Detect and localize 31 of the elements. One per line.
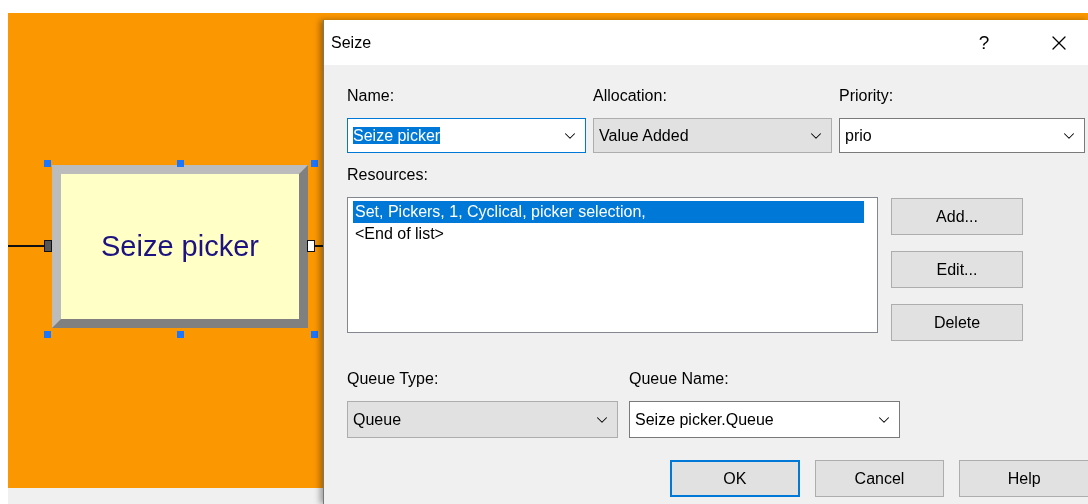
field-label: Queue Type: [347,369,440,389]
list-action-button[interactable]: Delete [891,304,1023,341]
connector-line [8,245,46,247]
selection-handle[interactable] [311,331,318,338]
dropdown[interactable]: Value Added [593,118,832,153]
field-label: Name: [347,86,396,106]
selection-handle[interactable] [44,160,51,167]
field-label: Priority: [839,86,895,106]
list-action-button[interactable]: Add... [891,198,1023,235]
selection-handle[interactable] [177,331,184,338]
entry-port [44,240,52,252]
field-label: Allocation: [593,86,668,106]
dialog-button[interactable]: Help [959,460,1088,497]
dialog-button[interactable]: OK [670,460,800,497]
field-label: Resources: [347,165,429,185]
combo-box[interactable]: prio [839,118,1085,153]
resource-list-item[interactable]: <End of list> [353,223,864,245]
dropdown[interactable]: Queue [347,401,618,438]
selection-handle[interactable] [177,160,184,167]
combo-box[interactable]: Seize picker [347,118,586,153]
combo-box[interactable]: Seize picker.Queue [629,401,900,438]
window-title: Seize [331,33,373,52]
help-button[interactable]: ? [969,31,999,54]
exit-port [307,240,315,252]
selection-handle[interactable] [311,160,318,167]
selection-handle[interactable] [44,331,51,338]
resource-list-item[interactable]: Set, Pickers, 1, Cyclical, picker selection, [353,201,864,223]
dialog-button[interactable]: Cancel [814,460,945,497]
field-label: Queue Name: [629,369,730,389]
list-action-button[interactable]: Edit... [891,251,1023,288]
process-module[interactable]: Seize picker [52,165,308,328]
